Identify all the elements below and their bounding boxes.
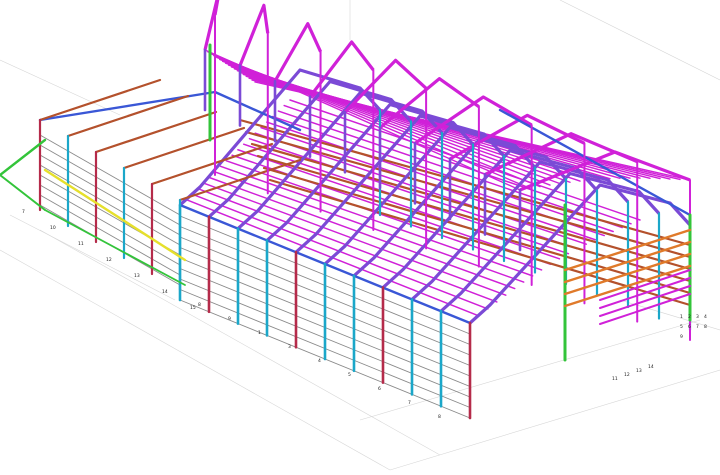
grid-label: 2 bbox=[688, 314, 691, 320]
grid-label: 7 bbox=[696, 324, 699, 330]
grid-label: 9 bbox=[680, 334, 683, 340]
3d-structural-steel-model[interactable]: 71011121314158913456781 2 3 45 6 7 8911121314 bbox=[0, 0, 720, 475]
grid-label: 8 bbox=[704, 324, 707, 330]
grid-label: 9 bbox=[228, 316, 231, 322]
grid-label: 5 bbox=[348, 372, 351, 378]
grid-label: 1 bbox=[680, 314, 683, 320]
grid-label: 12 bbox=[624, 372, 630, 378]
grid-label: 13 bbox=[134, 273, 140, 279]
grid-label: 6 bbox=[688, 324, 691, 330]
grid-label: 14 bbox=[162, 289, 168, 295]
grid-label: 7 bbox=[22, 209, 25, 215]
grid-label: 13 bbox=[636, 368, 642, 374]
grid-label: 14 bbox=[648, 364, 654, 370]
grid-label: 8 bbox=[198, 302, 201, 308]
canvas-background bbox=[0, 0, 720, 475]
grid-label: 10 bbox=[50, 225, 56, 231]
grid-label: 11 bbox=[78, 241, 84, 247]
grid-label: 3 bbox=[288, 344, 291, 350]
grid-label: 6 bbox=[378, 386, 381, 392]
grid-label: 3 bbox=[696, 314, 699, 320]
grid-label: 4 bbox=[318, 358, 321, 364]
grid-label: 7 bbox=[408, 400, 411, 406]
grid-label: 11 bbox=[612, 376, 618, 382]
grid-label: 1 bbox=[258, 330, 261, 336]
grid-label: 15 bbox=[190, 305, 196, 311]
grid-label: 5 bbox=[680, 324, 683, 330]
grid-label: 4 bbox=[704, 314, 707, 320]
grid-label: 8 bbox=[438, 414, 441, 420]
grid-label: 12 bbox=[106, 257, 112, 263]
